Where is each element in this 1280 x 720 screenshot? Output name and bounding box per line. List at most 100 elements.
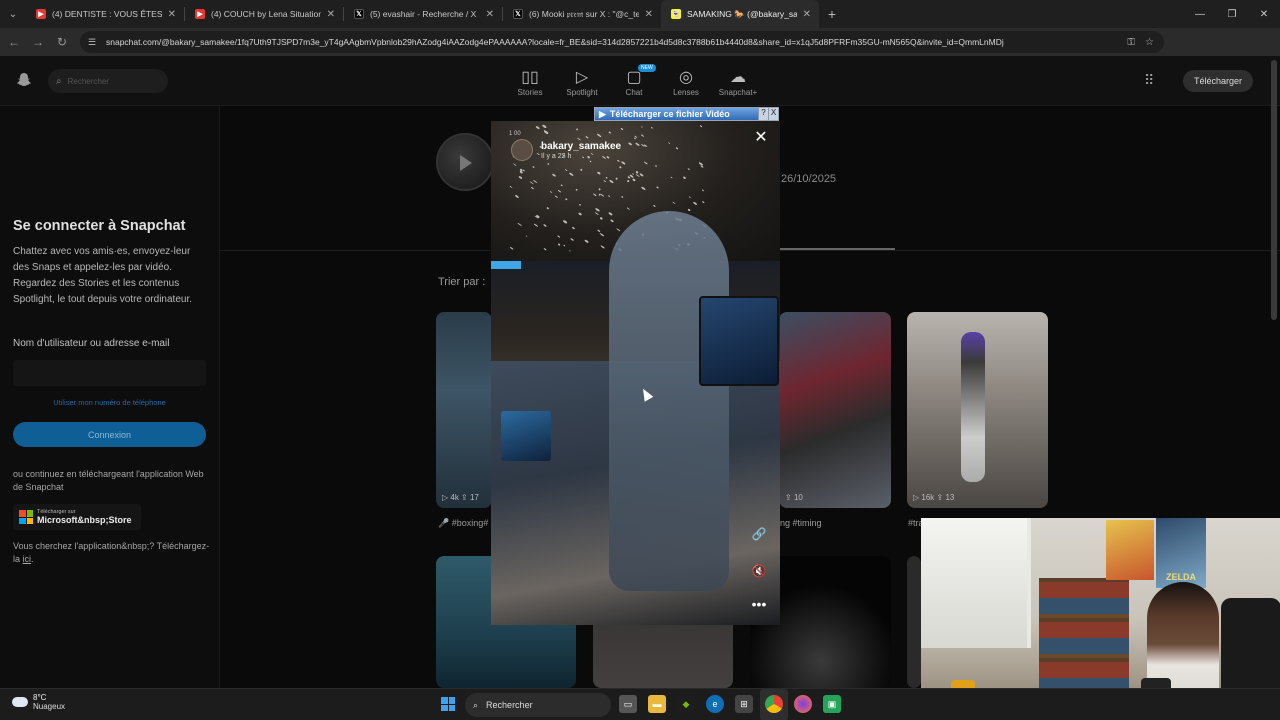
- snap-nav: ▯▯ Stories ▷ Spotlight ▢ NEW Chat ◎ Lens…: [504, 64, 764, 97]
- author-avatar[interactable]: [511, 139, 533, 161]
- nav-stories[interactable]: ▯▯ Stories: [504, 66, 556, 97]
- login-description: Chattez avec vos amis·es, envoyez-leur d…: [13, 246, 193, 305]
- help-icon[interactable]: ?: [758, 108, 768, 120]
- browser-tab-active[interactable]: 👻 SAMAKING 🐎 (@bakary_sama ✕: [661, 0, 819, 28]
- lenses-icon: ◎: [679, 69, 693, 86]
- thumbnail-caption[interactable]: ng #timing: [780, 518, 822, 528]
- store-icon[interactable]: ⊞: [735, 695, 753, 713]
- profile-avatar[interactable]: [436, 133, 494, 191]
- username-field[interactable]: [13, 360, 206, 386]
- web-app-text: ou continuez en téléchargeant l'applicat…: [13, 469, 204, 492]
- back-icon[interactable]: ←: [2, 28, 26, 56]
- browser-tab[interactable]: 𝕏 (6) Mooki 𝔭𝔯𝔢𝔪 sur X : "@c_tene ✕: [503, 0, 661, 28]
- browser-toolbar: ← → ↻ ☰ snapchat.com/@bakary_samakee/1fq…: [0, 28, 1280, 77]
- link-icon[interactable]: 🔗: [750, 527, 768, 545]
- chrome-icon[interactable]: [765, 695, 783, 713]
- browser-tab[interactable]: ▶ (4) COUCH by Lena Situations ✕: [185, 0, 343, 28]
- spotlight-thumbnail[interactable]: ▷ 16k ⇪ 13: [907, 312, 1048, 508]
- discord-like-icon[interactable]: ▣: [823, 695, 841, 713]
- youtube-icon: ▶: [36, 9, 46, 19]
- browser-tabbar: ⌄ ▶ (4) DENTISTE : VOUS ÊTES SALE ✕ ▶ (4…: [0, 0, 1280, 28]
- post-time: Il y a 22 h: [541, 152, 572, 160]
- reload-icon[interactable]: ↻: [50, 28, 74, 56]
- close-tab-icon[interactable]: ✕: [645, 9, 653, 20]
- profile-date: 26/10/2025: [781, 173, 837, 185]
- download-button[interactable]: Télécharger: [1183, 70, 1253, 92]
- nvidia-icon[interactable]: ◆: [677, 695, 695, 713]
- more-dots-icon[interactable]: •••: [750, 596, 768, 614]
- page-scrollbar[interactable]: [1271, 60, 1277, 320]
- task-view-icon[interactable]: ▭: [619, 695, 637, 713]
- thumbnail-stats: ▷ 16k ⇪ 13: [913, 493, 955, 502]
- search-icon: ⌕: [56, 75, 62, 87]
- close-tab-icon[interactable]: ✕: [803, 9, 811, 20]
- apps-grid-icon[interactable]: ⠿: [1144, 72, 1162, 90]
- app-download-text: Vous cherchez l'application&nbsp;? Téléc…: [13, 541, 210, 564]
- nav-snapchat-plus[interactable]: ☁ Snapchat+: [712, 66, 764, 97]
- address-bar[interactable]: ☰ snapchat.com/@bakary_samakee/1fq7Uth9T…: [80, 31, 1164, 53]
- sort-label[interactable]: Trier par :: [438, 276, 485, 288]
- nav-spotlight[interactable]: ▷ Spotlight: [556, 66, 608, 97]
- microsoft-store-badge[interactable]: Télécharger sur Microsoft&nbsp;Store: [13, 504, 141, 530]
- active-tab-indicator: [780, 248, 895, 250]
- snapchat-plus-icon: ☁: [730, 69, 746, 86]
- maximize-icon[interactable]: ❐: [1216, 0, 1248, 28]
- spotlight-play-icon: ▷: [575, 69, 589, 86]
- password-key-icon[interactable]: ⚿: [1127, 37, 1135, 48]
- taskbar-search[interactable]: ⌕ Rechercher: [465, 693, 611, 717]
- url-text[interactable]: snapchat.com/@bakary_samakee/1fq7Uth9TJS…: [106, 37, 1116, 47]
- close-tab-icon[interactable]: ✕: [486, 9, 494, 20]
- new-tab-button[interactable]: +: [819, 6, 845, 22]
- app-download-link[interactable]: ici: [23, 554, 32, 564]
- play-icon: [460, 155, 472, 171]
- video-author[interactable]: bakary_samakee Il y a 22 h: [511, 139, 621, 161]
- close-tab-icon[interactable]: ✕: [168, 9, 176, 20]
- mute-icon[interactable]: 🔇: [750, 564, 768, 582]
- edge-icon[interactable]: e: [706, 695, 724, 713]
- login-sidebar: Se connecter à Snapchat Chattez avec vos…: [0, 106, 220, 688]
- phone-login-link[interactable]: Utiliser mon numéro de téléphone: [13, 398, 206, 407]
- video-player[interactable]: 1 00 bakary_samakee Il y a 22 h ✕ 🔗 🔇 ••…: [491, 121, 780, 625]
- snapchat-header: ⌕ ▯▯ Stories ▷ Spotlight ▢ NEW Chat ◎ Le…: [0, 56, 1280, 106]
- site-info-icon[interactable]: ☰: [88, 37, 98, 47]
- author-username[interactable]: bakary_samakee: [541, 141, 621, 152]
- bookmark-star-icon[interactable]: ☆: [1145, 37, 1154, 48]
- username-label: Nom d'utilisateur ou adresse e-mail: [13, 338, 170, 349]
- thumbnail-stats: ⇪ 10: [785, 493, 803, 502]
- spotlight-thumbnail[interactable]: ⇪ 10: [779, 312, 891, 508]
- nav-chat[interactable]: ▢ NEW Chat: [608, 64, 660, 97]
- video-download-bar[interactable]: ▶ Télécharger ce fichier Vidéo ? X: [594, 107, 779, 121]
- login-button[interactable]: Connexion: [13, 422, 206, 447]
- play-icon: ▶: [599, 108, 606, 119]
- tab-search-icon[interactable]: ⌄: [0, 0, 26, 28]
- snapchat-ghost-icon[interactable]: [16, 72, 32, 88]
- screen: ⌄ ▶ (4) DENTISTE : VOUS ÊTES SALE ✕ ▶ (4…: [0, 0, 1280, 720]
- microsoft-logo-icon: [19, 510, 33, 524]
- file-explorer-icon[interactable]: ▬: [648, 695, 666, 713]
- weather-widget[interactable]: 8°C Nuageux: [12, 693, 65, 711]
- firefox-icon[interactable]: [794, 695, 812, 713]
- video-counter: 1 00: [509, 131, 521, 137]
- car-screen: [699, 296, 779, 386]
- download-video-button[interactable]: ▶ Télécharger ce fichier Vidéo: [595, 108, 758, 120]
- close-download-bar-icon[interactable]: X: [768, 108, 778, 120]
- minimize-icon[interactable]: —: [1184, 0, 1216, 28]
- x-icon: 𝕏: [354, 9, 364, 19]
- spotlight-thumbnail[interactable]: [907, 556, 921, 688]
- windows-start-icon[interactable]: [441, 697, 455, 711]
- stories-icon: ▯▯: [521, 69, 539, 86]
- close-tab-icon[interactable]: ✕: [327, 9, 335, 20]
- forward-icon[interactable]: →: [26, 28, 50, 56]
- window-controls: — ❐ ✕: [1184, 0, 1280, 28]
- snap-search[interactable]: ⌕: [48, 69, 168, 93]
- close-icon[interactable]: ✕: [753, 130, 769, 146]
- browser-tab[interactable]: ▶ (4) DENTISTE : VOUS ÊTES SALE ✕: [26, 0, 184, 28]
- close-window-icon[interactable]: ✕: [1248, 0, 1280, 28]
- browser-tab[interactable]: 𝕏 (5) evashair - Recherche / X ✕: [344, 0, 502, 28]
- youtube-icon: ▶: [195, 9, 205, 19]
- search-input[interactable]: [67, 76, 158, 86]
- thumbnail-caption[interactable]: 🎤 #boxing#: [438, 518, 488, 529]
- windows-taskbar: 8°C Nuageux ⌕ Rechercher ▭ ▬ ◆ e ⊞ ▣: [0, 688, 1280, 720]
- spotlight-thumbnail[interactable]: ▷ 4k ⇪ 17: [436, 312, 492, 508]
- nav-lenses[interactable]: ◎ Lenses: [660, 66, 712, 97]
